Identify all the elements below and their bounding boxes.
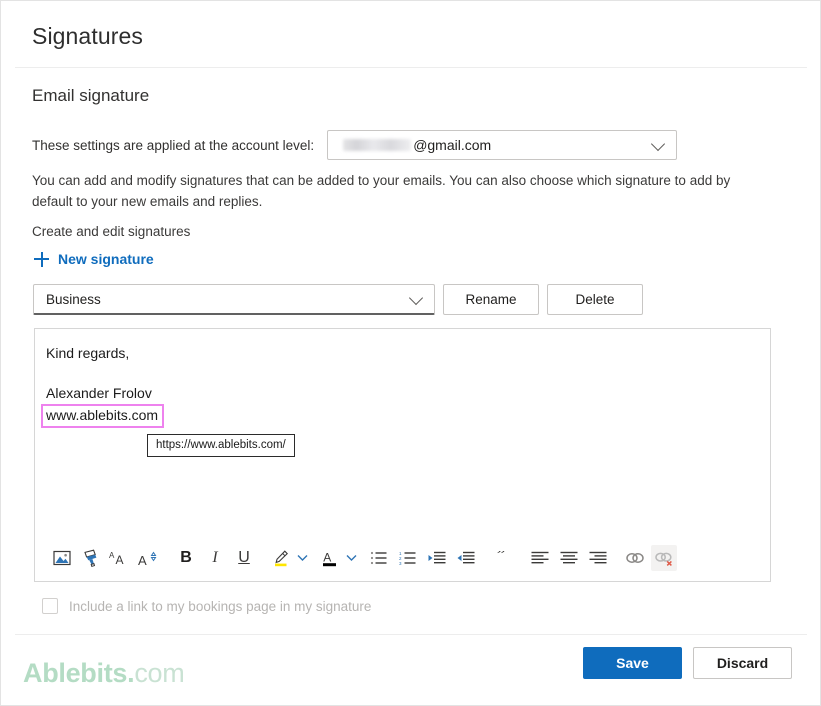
numbered-list-icon[interactable]: 1 2 3 <box>395 545 421 571</box>
bookings-checkbox[interactable] <box>42 598 58 614</box>
increase-indent-icon[interactable] <box>453 545 479 571</box>
svg-text:A: A <box>138 553 147 567</box>
insert-link-icon[interactable] <box>622 545 648 571</box>
highlight-chevron-down-icon[interactable] <box>294 545 310 571</box>
font-color-chevron-down-icon[interactable] <box>343 545 359 571</box>
link-url-tooltip: https://www.ablebits.com/ <box>147 434 295 457</box>
svg-text:”: ” <box>497 551 506 563</box>
signature-select-value: Business <box>46 291 101 307</box>
description-text: You can add and modify signatures that c… <box>32 173 731 209</box>
account-level-label: These settings are applied at the accoun… <box>32 137 315 153</box>
header-divider <box>15 67 807 68</box>
signature-blank-line <box>46 364 760 383</box>
create-edit-label: Create and edit signatures <box>32 224 191 239</box>
discard-button[interactable]: Discard <box>693 647 792 679</box>
svg-text:A: A <box>116 553 124 566</box>
insert-picture-icon[interactable] <box>49 545 75 571</box>
bold-glyph: B <box>180 549 192 566</box>
underline-icon[interactable]: U <box>231 545 257 571</box>
decrease-indent-icon[interactable] <box>424 545 450 571</box>
plus-icon <box>34 251 49 267</box>
new-signature-label: New signature <box>58 251 154 267</box>
account-level-row: These settings are applied at the accoun… <box>32 130 678 160</box>
font-grow-shrink-icon[interactable]: A <box>136 545 162 571</box>
signature-picker-row: Business Rename Delete <box>33 284 643 315</box>
highlight-icon[interactable] <box>268 545 294 571</box>
watermark-bold: Ablebits <box>23 658 128 688</box>
svg-text:A: A <box>109 551 115 560</box>
chevron-down-icon <box>651 136 666 152</box>
signature-editor[interactable]: Kind regards, Alexander Frolov www.ableb… <box>34 328 771 582</box>
italic-glyph: I <box>212 549 218 566</box>
svg-text:3: 3 <box>399 561 402 565</box>
bold-icon[interactable]: B <box>173 545 199 571</box>
signature-link[interactable]: www.ablebits.com <box>41 404 165 428</box>
account-email-value: @gmail.com <box>413 137 492 153</box>
underline-glyph: U <box>238 549 250 566</box>
delete-button[interactable]: Delete <box>547 284 643 315</box>
align-right-icon[interactable] <box>585 545 611 571</box>
bulleted-list-icon[interactable] <box>366 545 392 571</box>
signature-link-line: www.ablebits.com <box>41 404 760 428</box>
section-title: Email signature <box>32 86 150 105</box>
signature-line: Kind regards, <box>46 345 130 361</box>
formatting-toolbar: A A A B I U A 1 2 3 ” <box>35 535 770 581</box>
account-select[interactable]: @gmail.com <box>327 130 678 160</box>
svg-text:A: A <box>323 551 331 565</box>
watermark-thin: com <box>134 658 185 688</box>
signature-line: Alexander Frolov <box>46 385 152 401</box>
new-signature-button[interactable]: New signature <box>34 251 154 267</box>
quote-icon[interactable]: ” <box>490 545 516 571</box>
rename-button[interactable]: Rename <box>443 284 539 315</box>
signature-select[interactable]: Business <box>33 284 435 315</box>
bookings-checkbox-row[interactable]: Include a link to my bookings page in my… <box>42 598 371 614</box>
font-color-icon[interactable]: A <box>317 545 343 571</box>
italic-icon[interactable]: I <box>202 545 228 571</box>
format-painter-icon[interactable] <box>78 545 104 571</box>
align-center-icon[interactable] <box>556 545 582 571</box>
footer-buttons: Save Discard <box>583 647 792 679</box>
redacted-email-prefix <box>343 139 412 151</box>
align-left-icon[interactable] <box>527 545 553 571</box>
font-size-icon[interactable]: A A <box>107 545 133 571</box>
save-button[interactable]: Save <box>583 647 682 679</box>
chevron-down-icon <box>408 290 424 306</box>
page-title: Signatures <box>32 23 143 49</box>
signature-content[interactable]: Kind regards, Alexander Frolov www.ableb… <box>41 343 760 428</box>
signatures-settings-page: Signatures Email signature These setting… <box>0 0 821 706</box>
bookings-checkbox-label: Include a link to my bookings page in my… <box>69 598 372 614</box>
footer-divider <box>15 634 807 635</box>
ablebits-watermark: Ablebits.com <box>23 658 185 689</box>
remove-link-icon[interactable] <box>651 545 677 571</box>
